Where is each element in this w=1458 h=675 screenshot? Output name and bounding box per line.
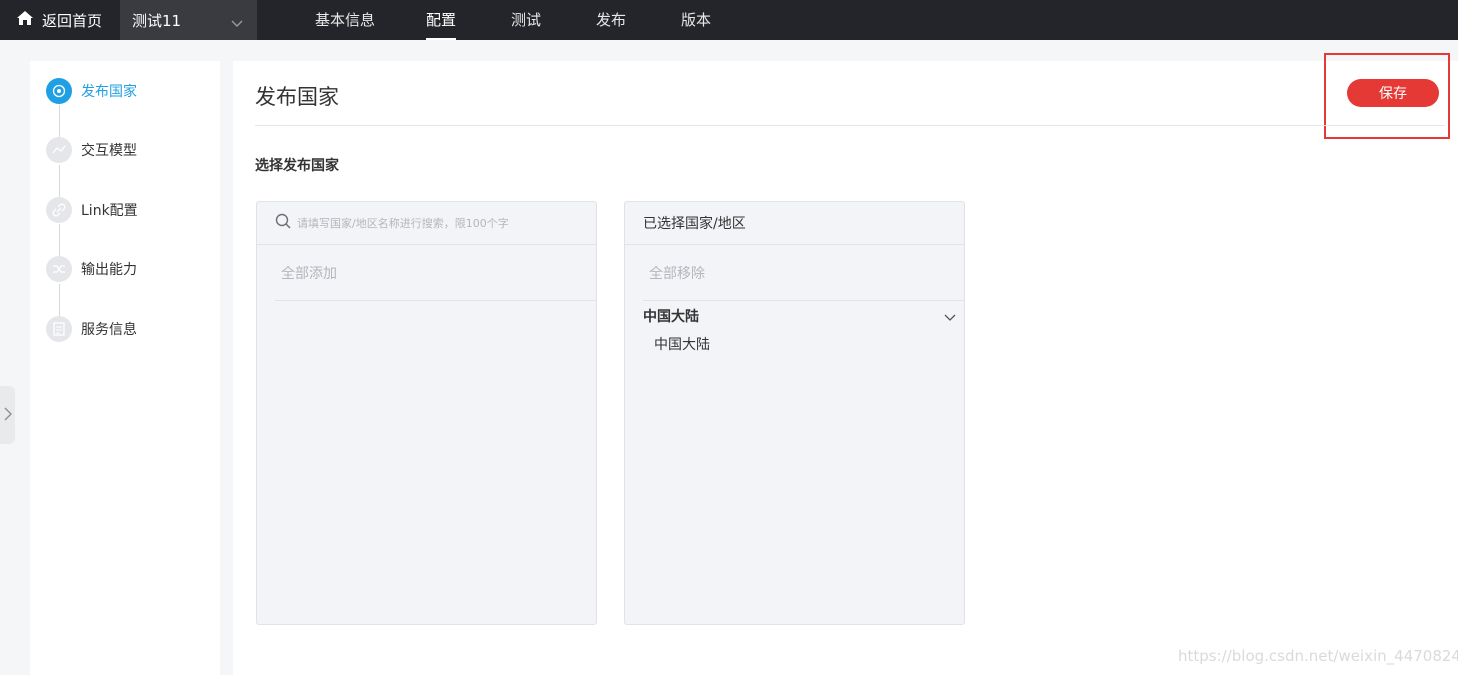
group-name: 中国大陆 — [643, 309, 699, 325]
chevron-right-icon — [4, 406, 12, 425]
tab-basic-info[interactable]: 基本信息 — [315, 0, 375, 40]
top-navigation-bar: 返回首页 测试11 基本信息 配置 测试 发布 版本 — [0, 0, 1458, 40]
tab-test[interactable]: 测试 — [511, 0, 541, 40]
release-icon — [46, 78, 72, 104]
search-placeholder: 请填写国家/地区名称进行搜索，限100个字 — [297, 217, 509, 230]
selected-panel-title: 已选择国家/地区 — [625, 202, 964, 245]
home-link[interactable]: 返回首页 — [16, 0, 102, 40]
interaction-icon — [46, 137, 72, 163]
list-item[interactable]: 中国大陆 — [625, 331, 964, 357]
link-icon — [46, 197, 72, 223]
divider — [255, 125, 1445, 126]
chevron-down-icon — [231, 14, 243, 32]
tab-config[interactable]: 配置 — [426, 0, 457, 40]
project-selector[interactable]: 测试11 — [120, 0, 257, 40]
chevron-down-icon[interactable] — [944, 310, 956, 326]
output-icon — [46, 256, 72, 282]
home-icon — [16, 10, 42, 30]
tab-publish[interactable]: 发布 — [596, 0, 626, 40]
country-group-header[interactable]: 中国大陆 — [625, 301, 964, 331]
step-navigation: 发布国家 交互模型 Link配置 输出能力 服务信息 — [30, 61, 220, 675]
step-label: 输出能力 — [81, 262, 137, 278]
project-name: 测试11 — [132, 11, 182, 30]
step-label: Link配置 — [81, 203, 138, 219]
available-countries-panel: 请填写国家/地区名称进行搜索，限100个字 全部添加 — [256, 201, 597, 625]
step-label: 发布国家 — [81, 84, 137, 100]
save-button[interactable]: 保存 — [1347, 79, 1439, 107]
service-icon — [46, 316, 72, 342]
tab-version[interactable]: 版本 — [681, 0, 711, 40]
watermark: https://blog.csdn.net/weixin_44708240 — [1178, 647, 1458, 665]
step-link-config[interactable]: Link配置 — [46, 197, 138, 223]
step-label: 服务信息 — [81, 322, 137, 338]
add-all-button[interactable]: 全部添加 — [275, 245, 596, 301]
page-title: 发布国家 — [255, 85, 339, 109]
remove-all-button[interactable]: 全部移除 — [643, 245, 964, 301]
step-label: 交互模型 — [81, 143, 137, 159]
step-connector — [59, 165, 60, 198]
step-connector — [59, 224, 60, 257]
step-release-country[interactable]: 发布国家 — [46, 78, 137, 104]
main-content: 发布国家 保存 选择发布国家 请填写国家/地区名称进行搜索，限100个字 全部添… — [233, 53, 1458, 675]
search-icon — [275, 213, 297, 233]
step-service-info[interactable]: 服务信息 — [46, 316, 137, 342]
step-connector — [59, 284, 60, 317]
section-label: 选择发布国家 — [255, 158, 339, 174]
sidebar-expand-toggle[interactable] — [0, 386, 15, 444]
step-interaction-model[interactable]: 交互模型 — [46, 137, 137, 163]
country-search-input[interactable]: 请填写国家/地区名称进行搜索，限100个字 — [257, 202, 596, 245]
step-connector — [59, 105, 60, 138]
selected-countries-panel: 已选择国家/地区 全部移除 中国大陆 中国大陆 — [624, 201, 965, 625]
home-label: 返回首页 — [42, 11, 103, 30]
step-output-capability[interactable]: 输出能力 — [46, 256, 137, 282]
